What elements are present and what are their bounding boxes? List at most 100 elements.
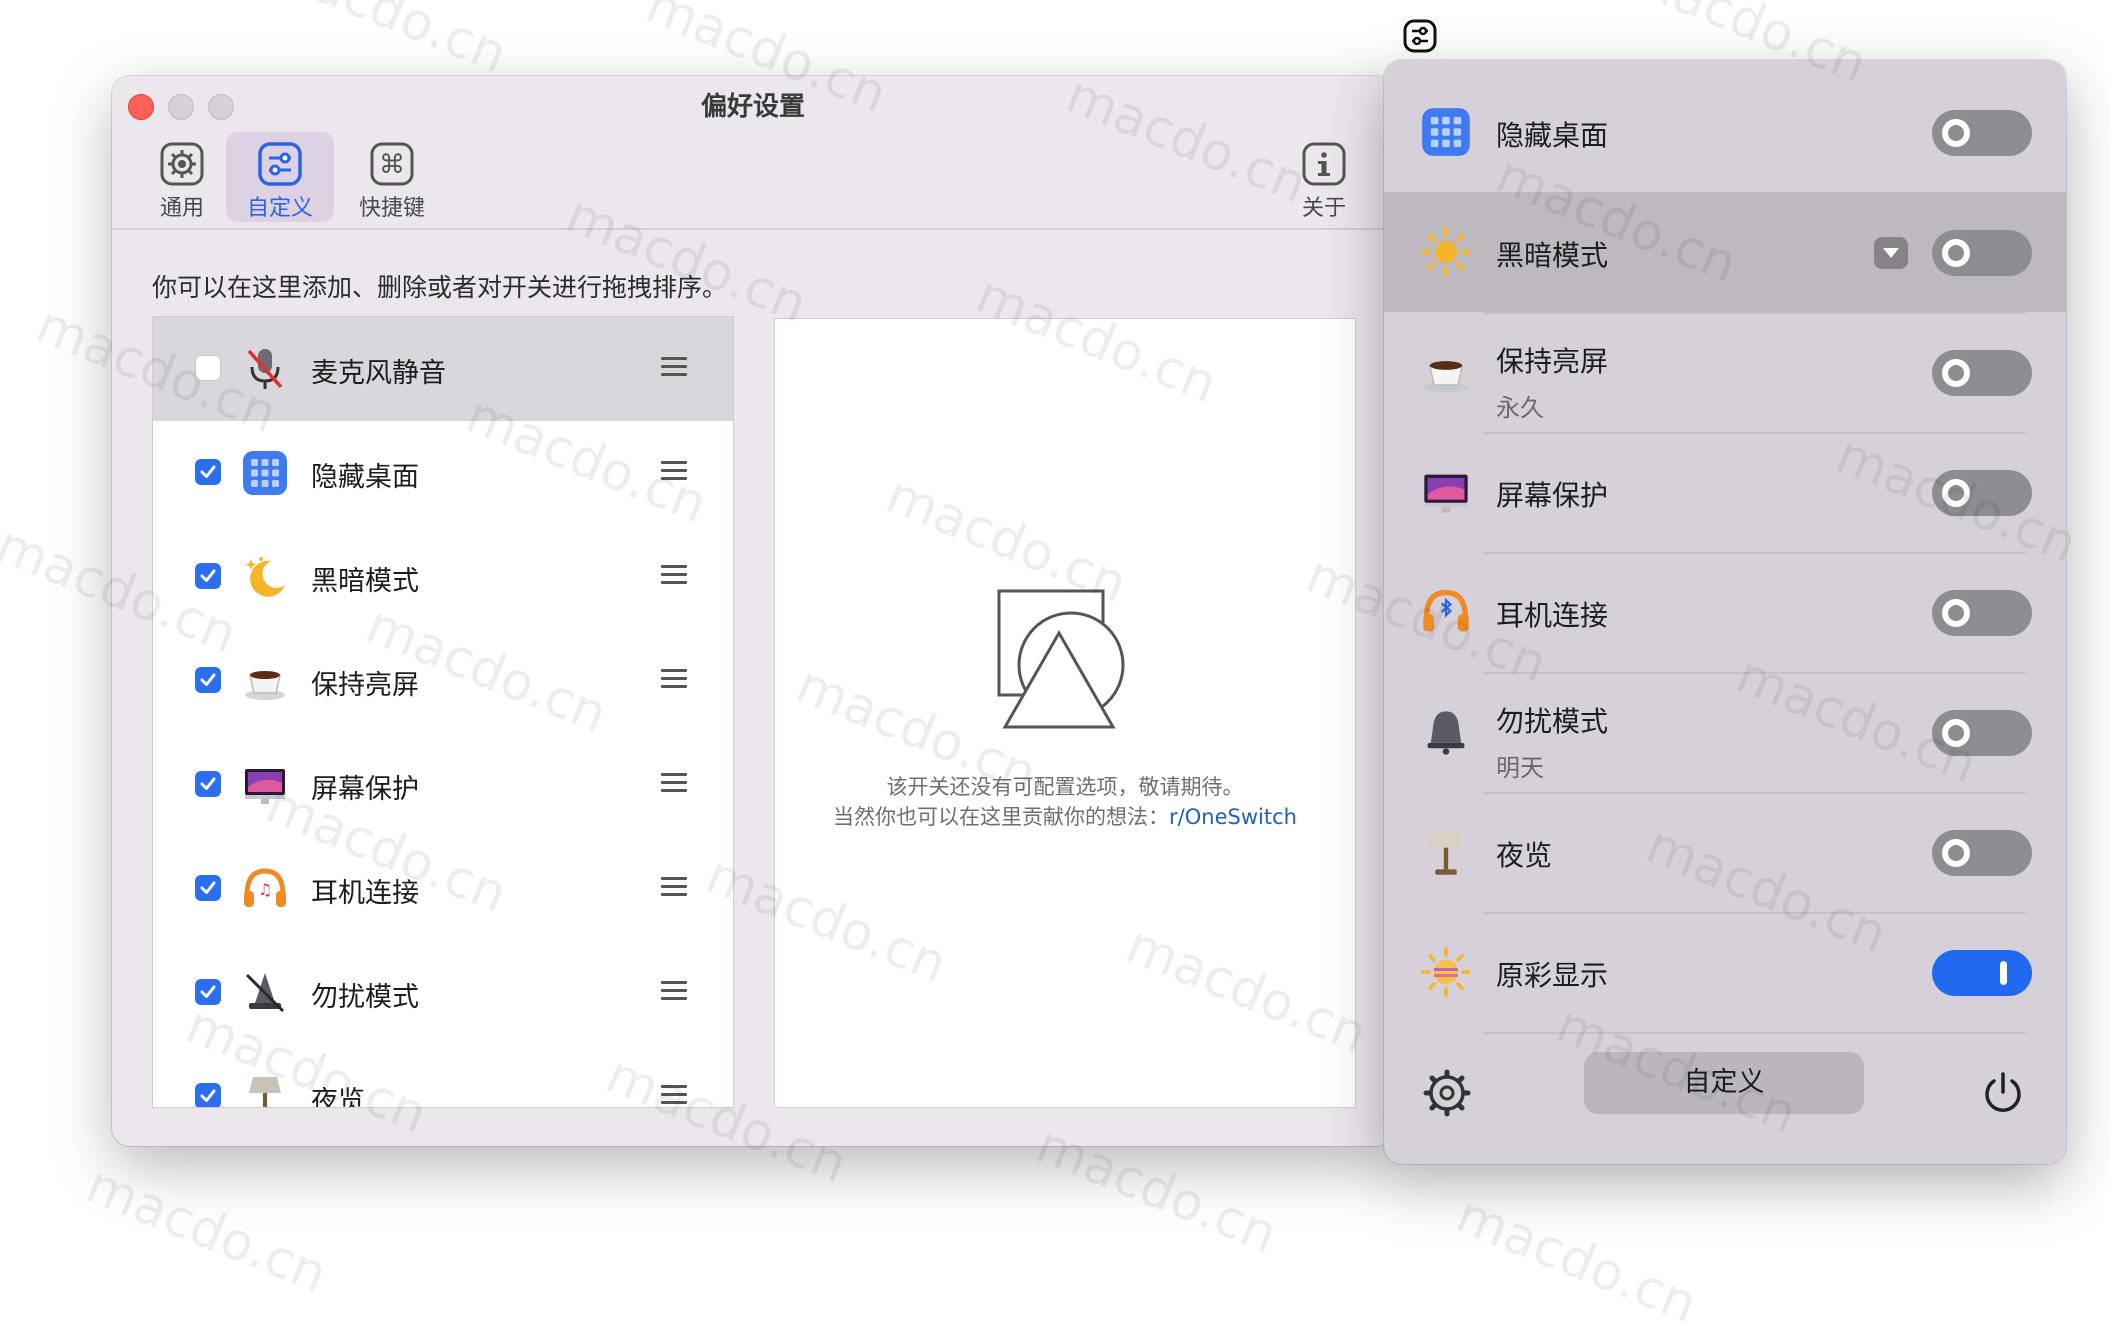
tab-customize-label: 自定义	[246, 196, 313, 221]
panel-item-screensaver[interactable]: 屏幕保护	[1384, 432, 2066, 552]
svg-text:♫: ♫	[258, 880, 272, 899]
bell-icon	[1420, 706, 1472, 758]
enable-checkbox[interactable]	[195, 563, 221, 589]
grid-icon	[241, 449, 289, 497]
tab-general[interactable]: 通用	[128, 132, 236, 222]
detail-pane: 该开关还没有可配置选项，敬请期待。 当然你也可以在这里贡献你的想法：r/OneS…	[774, 318, 1356, 1108]
tab-about-label: 关于	[1301, 196, 1346, 221]
drag-handle-icon[interactable]	[661, 669, 687, 691]
gear-icon[interactable]	[1422, 1068, 1472, 1118]
toggle-switch[interactable]	[1932, 830, 2032, 876]
drag-handle-icon[interactable]	[661, 1085, 687, 1107]
gear-icon	[160, 142, 204, 186]
contribute-prefix: 当然你也可以在这里贡献你的想法：	[833, 805, 1170, 829]
list-item[interactable]: 夜览	[153, 1045, 733, 1108]
tab-about[interactable]: 关于	[1270, 132, 1378, 222]
panel-item-title: 原彩显示	[1496, 959, 1609, 992]
list-item-label: 隐藏桌面	[311, 462, 419, 493]
enable-checkbox[interactable]	[195, 459, 221, 485]
placeholder-contribute-text: 当然你也可以在这里贡献你的想法：r/OneSwitch	[775, 801, 1355, 831]
info-icon	[1302, 142, 1346, 186]
coffee-cup-icon	[241, 657, 289, 705]
panel-item-subtitle: 永久	[1496, 394, 1544, 422]
customize-button[interactable]: 自定义	[1584, 1052, 1864, 1114]
monitor-icon	[241, 761, 289, 809]
panel-item-title: 勿扰模式	[1496, 705, 1609, 738]
panel-item-title: 保持亮屏	[1496, 345, 1609, 378]
panel-item-headphones[interactable]: 耳机连接	[1384, 552, 2066, 672]
toggle-switch[interactable]	[1932, 110, 2032, 156]
panel-item-title: 耳机连接	[1496, 599, 1609, 632]
enable-checkbox[interactable]	[195, 355, 221, 381]
enable-checkbox[interactable]	[195, 771, 221, 797]
tab-general-label: 通用	[159, 196, 204, 221]
enable-checkbox[interactable]	[195, 979, 221, 1005]
panel-item-true-tone[interactable]: 原彩显示	[1384, 912, 2066, 1032]
divider	[1484, 1032, 2026, 1034]
toggle-switch[interactable]	[1932, 350, 2032, 396]
panel-item-title: 屏幕保护	[1496, 479, 1609, 512]
toggle-switch[interactable]	[1932, 710, 2032, 756]
microphone-mute-icon	[241, 345, 289, 393]
customize-description: 你可以在这里添加、删除或者对开关进行拖拽排序。	[152, 273, 728, 302]
tab-shortcuts[interactable]: ⌘ 快捷键	[338, 132, 446, 222]
list-item-label: 麦克风静音	[311, 358, 446, 389]
tab-shortcuts-label: 快捷键	[358, 196, 425, 221]
preferences-window: 偏好设置 通用 自定义 ⌘ 快捷键 关于 你可以在这里添加、删除或者对开关进行拖…	[112, 76, 1394, 1146]
drag-handle-icon[interactable]	[661, 877, 687, 899]
sliders-icon	[258, 142, 302, 186]
toggle-switch[interactable]	[1932, 950, 2032, 996]
panel-item-do-not-disturb[interactable]: 勿扰模式 明天	[1384, 672, 2066, 792]
toolbar-divider	[112, 228, 1394, 230]
toggle-switch[interactable]	[1932, 470, 2032, 516]
panel-item-dark-mode[interactable]: 黑暗模式	[1384, 192, 2066, 312]
window-title: 偏好设置	[700, 92, 805, 122]
drag-handle-icon[interactable]	[661, 773, 687, 795]
toggle-switch[interactable]	[1932, 590, 2032, 636]
tab-customize[interactable]: 自定义	[226, 132, 334, 222]
list-item-label: 黑暗模式	[311, 566, 419, 597]
command-icon: ⌘	[370, 142, 414, 186]
panel-item-subtitle: 明天	[1496, 754, 1544, 782]
chevron-down-icon[interactable]	[1874, 237, 1908, 269]
grid-icon	[1420, 106, 1472, 158]
list-item-label: 勿扰模式	[311, 982, 419, 1013]
placeholder-text: 该开关还没有可配置选项，敬请期待。	[886, 775, 1244, 799]
list-item[interactable]: 保持亮屏	[153, 629, 733, 733]
panel-item-hide-desktop[interactable]: 隐藏桌面	[1384, 72, 2066, 192]
switch-list[interactable]: 麦克风静音 隐藏桌面 黑暗模式 保持亮屏 屏幕保护 ♫ 耳机连接 勿扰模式 夜览	[152, 316, 734, 1108]
list-item[interactable]: 屏幕保护	[153, 733, 733, 837]
enable-checkbox[interactable]	[195, 667, 221, 693]
drag-handle-icon[interactable]	[661, 461, 687, 483]
list-item-label: 夜览	[311, 1086, 365, 1108]
lamp-icon	[1420, 826, 1472, 878]
toggle-switch[interactable]	[1932, 230, 2032, 276]
headphones-bluetooth-icon	[1420, 586, 1472, 638]
list-item-label: 保持亮屏	[311, 670, 419, 701]
enable-checkbox[interactable]	[195, 875, 221, 901]
list-item[interactable]: 麦克风静音	[153, 317, 733, 421]
list-item-label: 耳机连接	[311, 878, 419, 909]
headphones-icon: ♫	[241, 865, 289, 913]
drag-handle-icon[interactable]	[661, 565, 687, 587]
panel-item-title: 隐藏桌面	[1496, 119, 1609, 152]
true-tone-icon	[1420, 946, 1472, 998]
oneswitch-menubar-icon[interactable]	[1402, 18, 1438, 54]
list-item-label: 屏幕保护	[311, 774, 419, 805]
moon-icon	[241, 553, 289, 601]
oneswitch-link[interactable]: r/OneSwitch	[1169, 805, 1297, 829]
list-item[interactable]: 勿扰模式	[153, 941, 733, 1045]
bell-icon	[241, 969, 289, 1017]
power-icon[interactable]	[1980, 1070, 2026, 1116]
enable-checkbox[interactable]	[195, 1083, 221, 1107]
panel-item-title: 夜览	[1496, 839, 1553, 872]
drag-handle-icon[interactable]	[661, 981, 687, 1003]
monitor-icon	[1420, 466, 1472, 518]
svg-text:⌘: ⌘	[379, 150, 405, 180]
list-item[interactable]: 黑暗模式	[153, 525, 733, 629]
list-item[interactable]: 隐藏桌面	[153, 421, 733, 525]
drag-handle-icon[interactable]	[661, 357, 687, 379]
panel-item-night-shift[interactable]: 夜览	[1384, 792, 2066, 912]
panel-item-keep-awake[interactable]: 保持亮屏 永久	[1384, 312, 2066, 432]
list-item[interactable]: ♫ 耳机连接	[153, 837, 733, 941]
